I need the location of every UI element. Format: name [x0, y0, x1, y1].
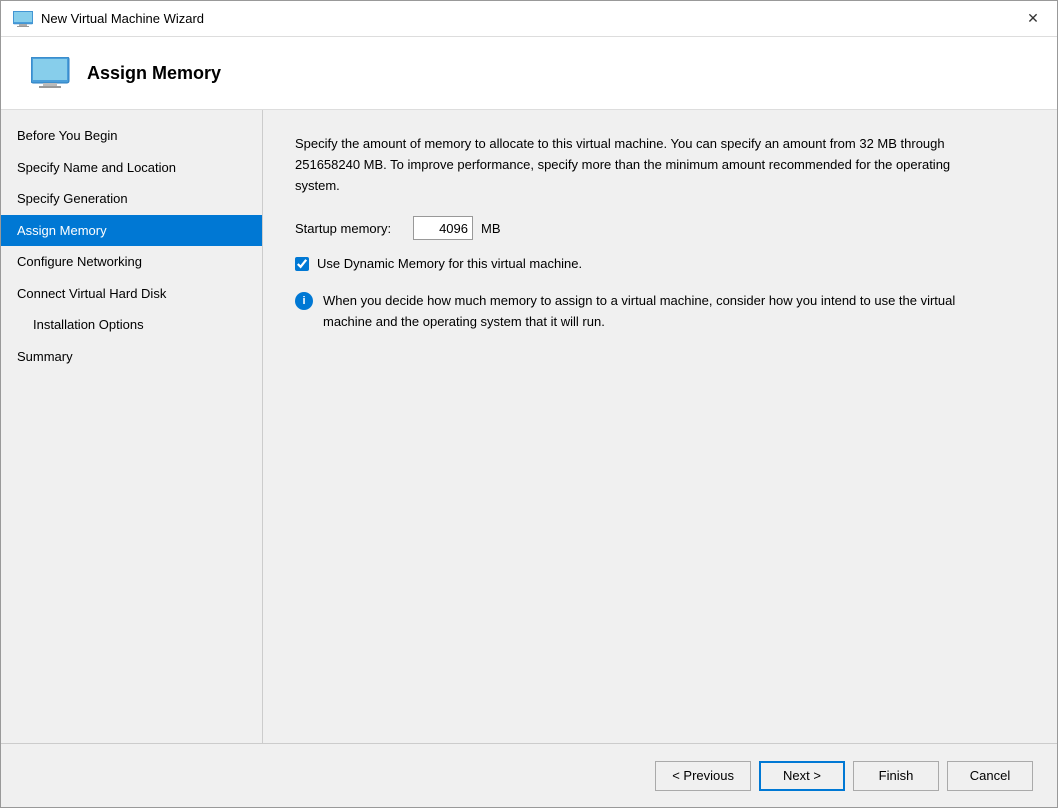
dynamic-memory-checkbox[interactable]: [295, 257, 309, 271]
footer: < Previous Next > Finish Cancel: [1, 743, 1057, 807]
sidebar-item-specify-generation[interactable]: Specify Generation: [1, 183, 262, 215]
main-content: Specify the amount of memory to allocate…: [263, 110, 1057, 743]
page-title: Assign Memory: [87, 63, 221, 84]
mb-label: MB: [481, 221, 501, 236]
sidebar-item-summary[interactable]: Summary: [1, 341, 262, 373]
memory-row: Startup memory: MB: [295, 216, 1025, 240]
previous-button[interactable]: < Previous: [655, 761, 751, 791]
finish-button[interactable]: Finish: [853, 761, 939, 791]
sidebar: Before You BeginSpecify Name and Locatio…: [1, 110, 263, 743]
sidebar-item-connect-vhd[interactable]: Connect Virtual Hard Disk: [1, 278, 262, 310]
titlebar-icon: [13, 11, 33, 27]
sidebar-item-installation-options[interactable]: Installation Options: [1, 309, 262, 341]
header: Assign Memory: [1, 37, 1057, 110]
titlebar: New Virtual Machine Wizard ✕: [1, 1, 1057, 37]
description-text: Specify the amount of memory to allocate…: [295, 134, 975, 196]
dynamic-memory-label[interactable]: Use Dynamic Memory for this virtual mach…: [317, 256, 582, 271]
wizard-window: New Virtual Machine Wizard ✕ Assign Memo…: [0, 0, 1058, 808]
dynamic-memory-row: Use Dynamic Memory for this virtual mach…: [295, 256, 1025, 271]
header-icon: [31, 57, 71, 89]
content-area: Before You BeginSpecify Name and Locatio…: [1, 110, 1057, 743]
sidebar-item-specify-name[interactable]: Specify Name and Location: [1, 152, 262, 184]
cancel-button[interactable]: Cancel: [947, 761, 1033, 791]
startup-memory-label: Startup memory:: [295, 221, 405, 236]
info-icon: i: [295, 292, 313, 310]
sidebar-item-before-you-begin[interactable]: Before You Begin: [1, 120, 262, 152]
window-title: New Virtual Machine Wizard: [41, 11, 1021, 26]
sidebar-item-configure-networking[interactable]: Configure Networking: [1, 246, 262, 278]
sidebar-item-assign-memory[interactable]: Assign Memory: [1, 215, 262, 247]
close-button[interactable]: ✕: [1021, 7, 1045, 31]
next-button[interactable]: Next >: [759, 761, 845, 791]
info-box: i When you decide how much memory to ass…: [295, 291, 975, 333]
memory-input[interactable]: [413, 216, 473, 240]
info-text: When you decide how much memory to assig…: [323, 291, 975, 333]
